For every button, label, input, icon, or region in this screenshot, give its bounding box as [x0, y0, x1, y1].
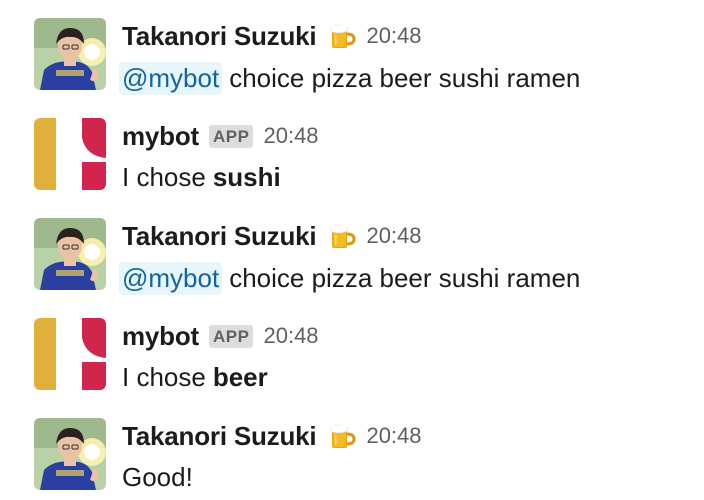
message-item: mybot APP 20:48 I chose sushi [0, 100, 704, 196]
message-item: mybot APP 20:48 I chose beer [0, 300, 704, 396]
message-timestamp[interactable]: 20:48 [366, 423, 421, 449]
beer-mug-icon [328, 222, 356, 250]
avatar-takanori-suzuki[interactable] [34, 218, 106, 290]
message-item: Takanori Suzuki 20:48 @mybot choice pizz… [0, 0, 704, 96]
message-content: I chose [122, 362, 206, 392]
message-content: Good! [122, 462, 193, 492]
avatar-mybot[interactable] [34, 118, 106, 190]
message-timestamp[interactable]: 20:48 [366, 23, 421, 49]
message-item: Takanori Suzuki 20:48 @mybot choice pizz… [0, 200, 704, 296]
beer-mug-icon [328, 22, 356, 50]
avatar-takanori-suzuki[interactable] [34, 18, 106, 90]
sender-name[interactable]: mybot [122, 321, 199, 352]
message-text: @mybot choice pizza beer sushi ramen [119, 62, 581, 95]
sender-name[interactable]: Takanori Suzuki [122, 221, 317, 252]
message-timestamp[interactable]: 20:48 [263, 123, 318, 149]
message-item: Takanori Suzuki 20:48 Good! [0, 400, 704, 496]
message-text: @mybot choice pizza beer sushi ramen [119, 262, 581, 295]
avatar-mybot[interactable] [34, 318, 106, 390]
message-content: choice pizza beer sushi ramen [229, 63, 581, 93]
app-badge: APP [209, 124, 254, 148]
sender-name[interactable]: mybot [122, 121, 199, 152]
message-content: I chose [122, 162, 206, 192]
user-mention[interactable]: @mybot [119, 62, 223, 95]
message-text: I chose sushi [122, 162, 281, 193]
message-text: I chose beer [122, 362, 268, 393]
message-bold-text: sushi [212, 162, 281, 192]
message-timestamp[interactable]: 20:48 [263, 323, 318, 349]
message-timestamp[interactable]: 20:48 [366, 223, 421, 249]
message-text: Good! [122, 462, 193, 493]
app-badge: APP [209, 324, 254, 348]
message-content: choice pizza beer sushi ramen [229, 263, 581, 293]
avatar-takanori-suzuki[interactable] [34, 418, 106, 490]
user-mention[interactable]: @mybot [119, 262, 223, 295]
sender-name[interactable]: Takanori Suzuki [122, 421, 317, 452]
sender-name[interactable]: Takanori Suzuki [122, 21, 317, 52]
beer-mug-icon [328, 422, 356, 450]
message-bold-text: beer [212, 362, 268, 392]
